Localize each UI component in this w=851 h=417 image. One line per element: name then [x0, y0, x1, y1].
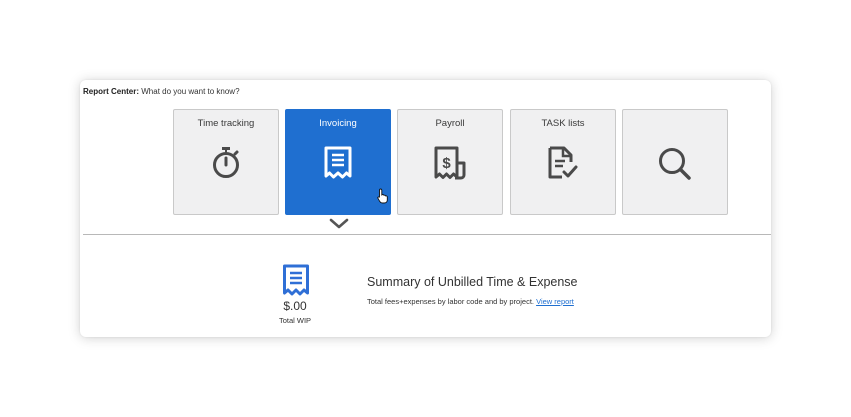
stopwatch-icon	[211, 146, 241, 185]
task-list-icon	[547, 146, 579, 185]
tile-task-lists-label: TASK lists	[541, 118, 585, 129]
payroll-receipt-icon: $	[433, 146, 467, 185]
summary-title: Summary of Unbilled Time & Expense	[367, 275, 578, 289]
tile-time-tracking-label: Time tracking	[197, 118, 255, 129]
hand-cursor-icon	[377, 188, 389, 209]
chevron-down-icon	[329, 216, 349, 234]
view-report-link[interactable]: View report	[536, 297, 574, 306]
tile-invoicing[interactable]: Invoicing	[285, 109, 391, 215]
wip-receipt-icon	[282, 264, 310, 302]
total-wip-label: Total WIP	[278, 316, 312, 325]
report-center-question: What do you want to know?	[141, 87, 240, 96]
tile-task-lists[interactable]: TASK lists	[510, 109, 616, 215]
summary-description-text: Total fees+expenses by labor code and by…	[367, 297, 534, 306]
report-center-label: Report Center:	[83, 87, 140, 96]
section-divider	[83, 234, 771, 235]
total-wip-amount: $.00	[283, 299, 307, 313]
report-center-header: Report Center: What do you want to know?	[83, 87, 240, 96]
summary-description: Total fees+expenses by labor code and by…	[367, 297, 574, 306]
receipt-icon	[323, 146, 353, 185]
report-center-card: Report Center: What do you want to know?…	[80, 80, 771, 337]
tile-search[interactable]	[622, 109, 728, 215]
tile-payroll[interactable]: Payroll $	[397, 109, 503, 215]
tile-payroll-label: Payroll	[435, 118, 465, 129]
tile-invoicing-label: Invoicing	[319, 118, 357, 129]
search-icon	[657, 146, 693, 187]
svg-text:$: $	[442, 155, 451, 172]
tile-time-tracking[interactable]: Time tracking	[173, 109, 279, 215]
